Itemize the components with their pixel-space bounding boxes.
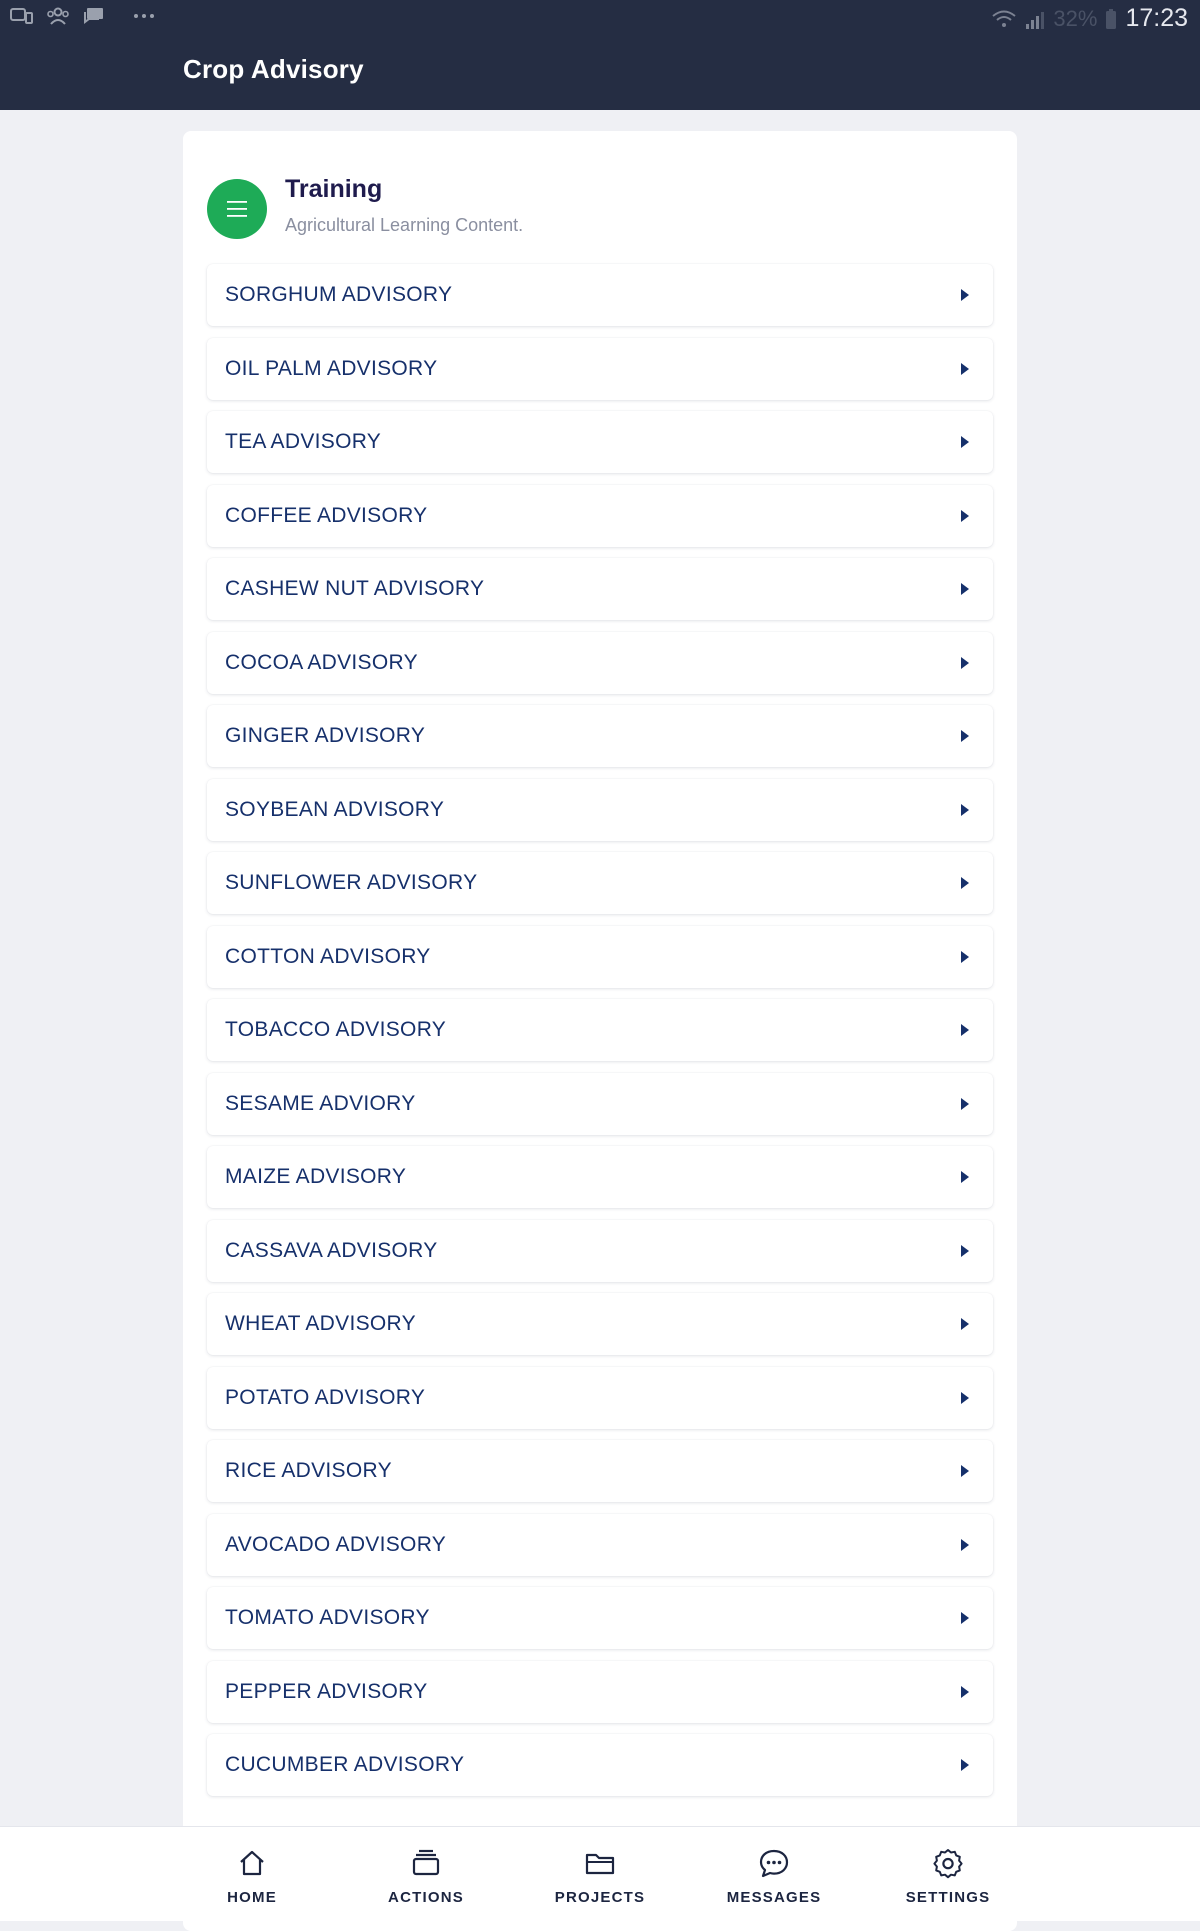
nav-home-label: HOME (227, 1889, 277, 1906)
advisory-item[interactable]: MAIZE ADVISORY (207, 1146, 993, 1208)
advisory-item[interactable]: SOYBEAN ADVISORY (207, 779, 993, 841)
advisory-item-label: COTTON ADVISORY (225, 945, 431, 968)
nav-messages[interactable]: MESSAGES (714, 1827, 834, 1921)
advisory-item[interactable]: CUCUMBER ADVISORY (207, 1734, 993, 1796)
battery-percent: 32% (1053, 5, 1098, 31)
more-icon (134, 14, 154, 18)
advisory-item[interactable]: WHEAT ADVISORY (207, 1293, 993, 1355)
advisory-item-label: RICE ADVISORY (225, 1459, 392, 1482)
notification-icon (10, 8, 33, 24)
advisory-item[interactable]: POTATO ADVISORY (207, 1367, 993, 1429)
advisory-item-label: SESAME ADVIORY (225, 1092, 416, 1115)
caret-right-icon (961, 1686, 969, 1698)
caret-right-icon (961, 1612, 969, 1624)
advisory-item[interactable]: TOBACCO ADVISORY (207, 999, 993, 1061)
caret-right-icon (961, 1318, 969, 1330)
status-left-icons (10, 6, 156, 26)
caret-right-icon (961, 1024, 969, 1036)
status-bar: 32% 17:23 (0, 0, 1200, 36)
advisory-item-label: COFFEE ADVISORY (225, 504, 428, 527)
advisory-item-label: SUNFLOWER ADVISORY (225, 871, 478, 894)
advisory-item[interactable]: RICE ADVISORY (207, 1440, 993, 1502)
status-time: 17:23 (1125, 4, 1188, 32)
advisory-item[interactable]: COTTON ADVISORY (207, 926, 993, 988)
advisory-item-label: AVOCADO ADVISORY (225, 1533, 447, 1556)
app-bar: 32% 17:23 Crop Advisory (0, 0, 1200, 110)
training-card: Training Agricultural Learning Content. … (183, 131, 1017, 1931)
caret-right-icon (961, 877, 969, 889)
advisory-item[interactable]: AVOCADO ADVISORY (207, 1514, 993, 1576)
advisory-item-label: TEA ADVISORY (225, 430, 382, 453)
advisory-item[interactable]: SUNFLOWER ADVISORY (207, 852, 993, 914)
advisory-item-label: OIL PALM ADVISORY (225, 357, 438, 380)
folder-icon (585, 1853, 615, 1875)
advisory-item[interactable]: CASHEW NUT ADVISORY (207, 558, 993, 620)
advisory-item[interactable]: TEA ADVISORY (207, 411, 993, 473)
nav-settings-label: SETTINGS (905, 1889, 991, 1906)
caret-right-icon (961, 804, 969, 816)
nav-actions-label: ACTIONS (388, 1889, 464, 1906)
caret-right-icon (961, 1098, 969, 1110)
caret-right-icon (961, 363, 969, 375)
battery-icon (1106, 8, 1117, 29)
advisory-item[interactable]: TOMATO ADVISORY (207, 1587, 993, 1649)
advisory-item-label: MAIZE ADVISORY (225, 1165, 407, 1188)
nav-projects-label: PROJECTS (554, 1889, 646, 1906)
chat-icon (84, 8, 103, 24)
menu-button[interactable] (207, 179, 267, 239)
stack-icon (412, 1849, 440, 1876)
advisory-item-label: GINGER ADVISORY (225, 724, 426, 747)
caret-right-icon (961, 289, 969, 301)
caret-right-icon (961, 1171, 969, 1183)
nav-settings[interactable]: SETTINGS (888, 1827, 1008, 1921)
advisory-item-label: SOYBEAN ADVISORY (225, 798, 445, 821)
nav-home[interactable]: HOME (192, 1827, 312, 1921)
caret-right-icon (961, 510, 969, 522)
section-title: Training (285, 175, 383, 203)
caret-right-icon (961, 951, 969, 963)
caret-right-icon (961, 1245, 969, 1257)
caret-right-icon (961, 730, 969, 742)
advisory-item[interactable]: CASSAVA ADVISORY (207, 1220, 993, 1282)
menu-icon (227, 201, 247, 217)
caret-right-icon (961, 436, 969, 448)
advisory-item-label: COCOA ADVISORY (225, 651, 418, 674)
group-icon (47, 7, 69, 25)
advisory-item[interactable]: SESAME ADVIORY (207, 1073, 993, 1135)
caret-right-icon (961, 583, 969, 595)
bottom-nav: HOME ACTIONS PROJECTS MESSAGES SETTINGS (0, 1826, 1200, 1921)
advisory-item[interactable]: COCOA ADVISORY (207, 632, 993, 694)
advisory-item-label: SORGHUM ADVISORY (225, 283, 453, 306)
advisory-item[interactable]: PEPPER ADVISORY (207, 1661, 993, 1723)
advisory-item-label: POTATO ADVISORY (225, 1386, 426, 1409)
advisory-item-label: CUCUMBER ADVISORY (225, 1753, 465, 1776)
caret-right-icon (961, 657, 969, 669)
section-subtitle: Agricultural Learning Content. (285, 215, 524, 235)
nav-actions[interactable]: ACTIONS (366, 1827, 486, 1921)
advisory-item-label: TOBACCO ADVISORY (225, 1018, 447, 1041)
home-icon (240, 1850, 264, 1876)
nav-messages-label: MESSAGES (726, 1889, 822, 1906)
advisory-item[interactable]: COFFEE ADVISORY (207, 485, 993, 547)
advisory-item-label: CASHEW NUT ADVISORY (225, 577, 485, 600)
advisory-item[interactable]: GINGER ADVISORY (207, 705, 993, 767)
gear-icon (933, 1849, 963, 1879)
caret-right-icon (961, 1759, 969, 1771)
section-header: Training Agricultural Learning Content. (207, 175, 987, 249)
caret-right-icon (961, 1539, 969, 1551)
advisory-item[interactable]: OIL PALM ADVISORY (207, 338, 993, 400)
status-right: 32% 17:23 (991, 4, 1188, 33)
advisory-item-label: WHEAT ADVISORY (225, 1312, 416, 1335)
caret-right-icon (961, 1465, 969, 1477)
advisory-item[interactable]: SORGHUM ADVISORY (207, 264, 993, 326)
advisory-item-label: PEPPER ADVISORY (225, 1680, 428, 1703)
advisory-item-label: CASSAVA ADVISORY (225, 1239, 438, 1262)
nav-projects[interactable]: PROJECTS (540, 1827, 660, 1921)
caret-right-icon (961, 1392, 969, 1404)
app-title: Crop Advisory (183, 54, 364, 84)
advisory-item-label: TOMATO ADVISORY (225, 1606, 430, 1629)
chat-bubble-icon (759, 1849, 789, 1878)
signal-icon (1026, 11, 1045, 29)
wifi-icon (992, 10, 1017, 27)
